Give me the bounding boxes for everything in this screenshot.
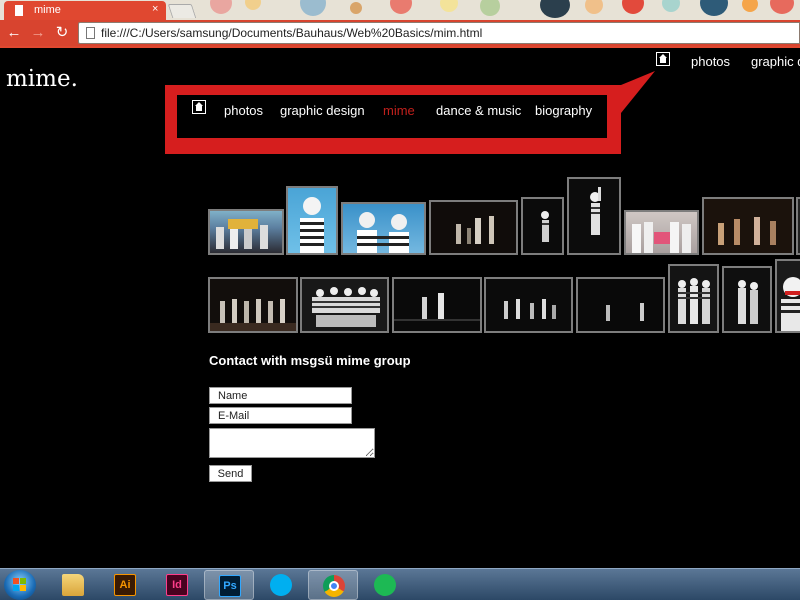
gallery-photo[interactable] — [567, 177, 621, 255]
windows-flag-icon — [13, 578, 27, 592]
start-button[interactable] — [4, 570, 36, 600]
menu-home-icon[interactable] — [192, 100, 206, 114]
gallery-photo[interactable] — [796, 197, 800, 255]
email-field[interactable] — [209, 407, 352, 424]
photoshop-icon: Ps — [219, 575, 241, 597]
skype-icon — [270, 574, 292, 596]
menu-item-graphic-design[interactable]: graphic design — [280, 103, 365, 118]
name-field[interactable] — [209, 387, 352, 404]
chrome-button[interactable] — [308, 570, 358, 600]
spotify-button[interactable] — [360, 570, 410, 600]
illustrator-icon: Ai — [114, 574, 136, 596]
gallery-photo[interactable] — [702, 197, 794, 255]
gallery-photo[interactable] — [429, 200, 518, 255]
gallery-photo[interactable] — [668, 264, 719, 333]
menu-item-photos[interactable]: photos — [224, 103, 263, 118]
contact-title: Contact with msgsü mime group — [209, 353, 411, 368]
gallery-photo[interactable] — [286, 186, 338, 255]
menu-item-dance-music[interactable]: dance & music — [436, 103, 521, 118]
send-button[interactable]: Send — [209, 465, 252, 482]
photoshop-button[interactable]: Ps — [204, 570, 254, 600]
chrome-icon — [323, 575, 345, 597]
windows-taskbar: Ai Id Ps — [0, 568, 800, 600]
explorer-button[interactable] — [48, 570, 98, 600]
main-menu: photos graphic design mime dance & music… — [177, 95, 607, 138]
menu-item-mime[interactable]: mime — [383, 103, 415, 118]
indesign-button[interactable]: Id — [152, 570, 202, 600]
gallery-photo[interactable] — [392, 277, 482, 333]
gallery-photo[interactable] — [300, 277, 389, 333]
gallery-photo[interactable] — [722, 266, 772, 333]
illustrator-button[interactable]: Ai — [100, 570, 150, 600]
indesign-icon: Id — [166, 574, 188, 596]
gallery-photo[interactable] — [208, 209, 284, 255]
gallery-photo[interactable] — [521, 197, 564, 255]
gallery-photo[interactable] — [484, 277, 573, 333]
menu-item-biography[interactable]: biography — [535, 103, 592, 118]
spotify-icon — [374, 574, 396, 596]
gallery-photo[interactable] — [624, 210, 699, 255]
gallery-photo[interactable] — [775, 259, 800, 333]
skype-button[interactable] — [256, 570, 306, 600]
folder-icon — [62, 574, 84, 596]
gallery-photo[interactable] — [208, 277, 298, 333]
message-field[interactable] — [209, 428, 375, 458]
gallery-photo[interactable] — [341, 202, 426, 255]
gallery-photo[interactable] — [576, 277, 665, 333]
